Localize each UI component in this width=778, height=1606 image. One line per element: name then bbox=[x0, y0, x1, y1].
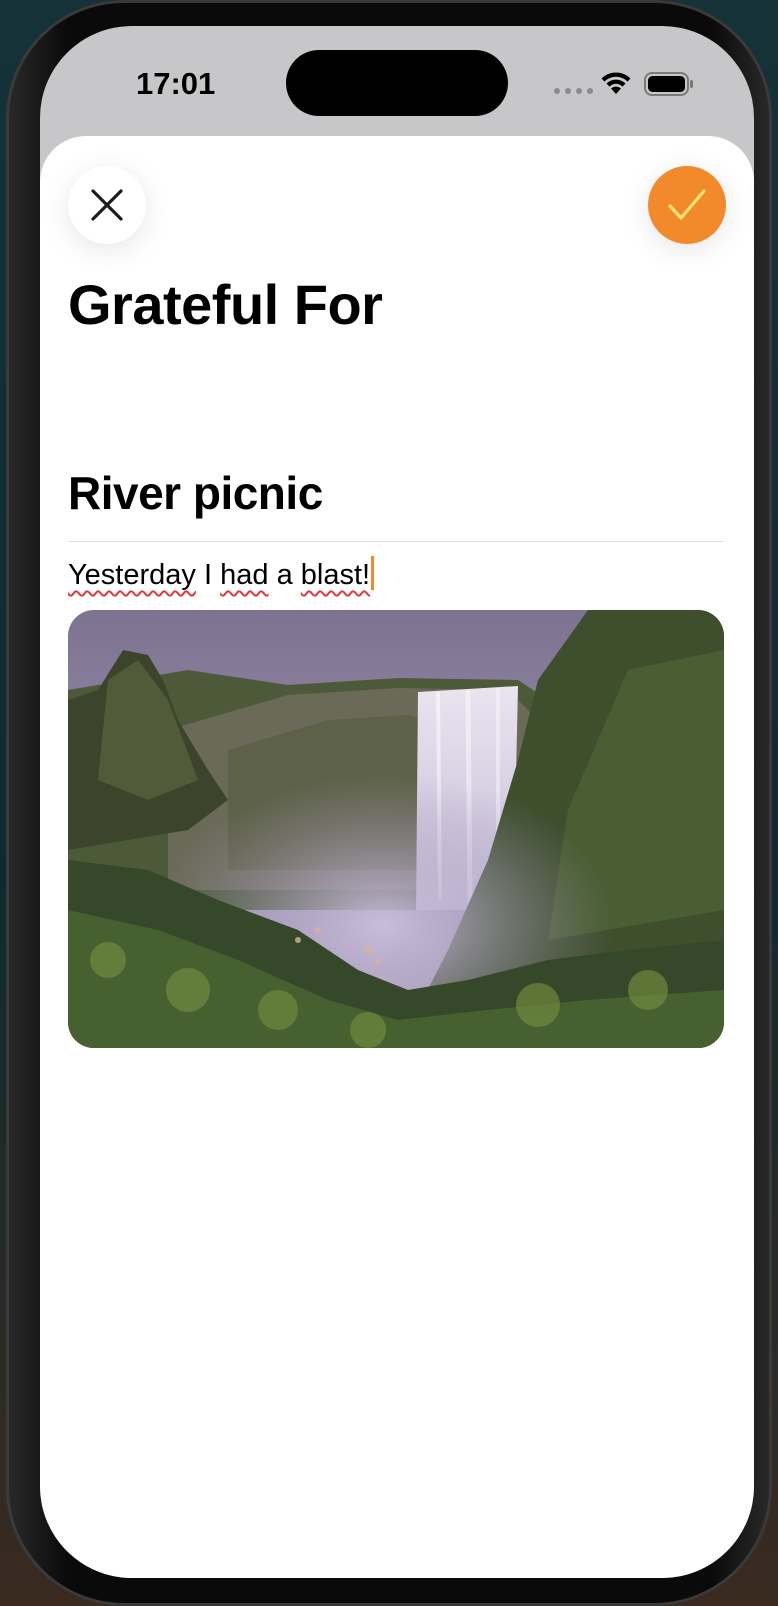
body-word: blast! bbox=[300, 559, 371, 591]
body-word: I bbox=[203, 559, 213, 591]
phone-frame: 17:01 Grateful For River picnic Yesterda… bbox=[6, 0, 772, 1606]
close-icon bbox=[91, 189, 123, 221]
text-cursor bbox=[371, 556, 375, 590]
battery-icon bbox=[644, 72, 693, 96]
close-button[interactable] bbox=[68, 166, 146, 244]
journal-entry-sheet: Grateful For River picnic Yesterday I ha… bbox=[40, 136, 754, 1578]
checkmark-icon bbox=[668, 189, 706, 220]
page-title: Grateful For bbox=[68, 273, 383, 336]
status-time: 17:01 bbox=[136, 66, 216, 101]
entry-title-field[interactable]: River picnic bbox=[68, 466, 323, 520]
cellular-signal-icon bbox=[554, 88, 593, 94]
body-word: Yesterday bbox=[68, 559, 196, 591]
status-bar: 17:01 bbox=[40, 26, 754, 136]
waterfall-photo-illustration bbox=[68, 610, 724, 1048]
title-divider bbox=[68, 541, 724, 542]
home-indicator-area bbox=[40, 1548, 754, 1578]
dynamic-island bbox=[286, 50, 508, 116]
body-word: had bbox=[220, 559, 269, 591]
confirm-button[interactable] bbox=[648, 166, 726, 244]
body-word: a bbox=[276, 559, 293, 591]
wifi-icon bbox=[601, 72, 631, 94]
phone-screen: 17:01 Grateful For River picnic Yesterda… bbox=[40, 26, 754, 1578]
entry-body-field[interactable]: Yesterday I had a blast! bbox=[68, 556, 375, 592]
waterfall-photo[interactable] bbox=[68, 610, 724, 1048]
